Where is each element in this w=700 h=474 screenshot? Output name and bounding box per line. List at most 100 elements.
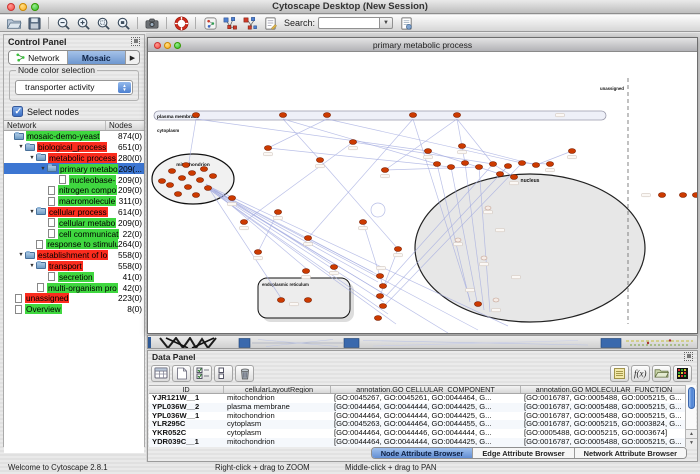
node-color-dropdown[interactable]: transporter activity ▲▼: [15, 80, 133, 95]
network-edge[interactable]: [206, 184, 334, 266]
network-node[interactable]: [188, 171, 195, 176]
scrollbar-thumb[interactable]: [688, 387, 695, 409]
network-node-unhighlighted[interactable]: [493, 298, 499, 302]
network-node[interactable]: [546, 162, 553, 167]
tree-column-network[interactable]: Network: [4, 121, 106, 130]
tab-node-attribute-browser[interactable]: Node Attribute Browser: [372, 448, 474, 458]
disclosure-triangle-icon[interactable]: ▼: [17, 144, 25, 150]
network-node[interactable]: [349, 140, 356, 145]
network-node[interactable]: [174, 192, 181, 197]
tab-overflow-arrow[interactable]: ▶: [126, 51, 139, 64]
network-node[interactable]: [184, 185, 191, 190]
import-attributes-icon[interactable]: [652, 365, 671, 382]
network-node-unhighlighted[interactable]: [485, 206, 491, 210]
tree-row-metabolic-process[interactable]: ▼metabolic process280(0): [4, 153, 144, 164]
select-attributes-icon[interactable]: [193, 365, 212, 382]
network-node[interactable]: [381, 168, 388, 173]
column-header-id[interactable]: ID: [149, 386, 224, 393]
snapshot-icon[interactable]: [143, 16, 161, 31]
network-node[interactable]: [374, 316, 381, 321]
network-node[interactable]: [277, 298, 284, 303]
zoom-fit-icon[interactable]: [114, 16, 132, 31]
save-icon[interactable]: [25, 16, 43, 31]
network-edge[interactable]: [320, 160, 398, 249]
network-node[interactable]: [264, 146, 271, 151]
network-overlay-2-icon[interactable]: [241, 16, 259, 31]
network-node[interactable]: [158, 179, 165, 184]
attribute-table-icon[interactable]: [151, 365, 170, 382]
table-row-ypl036w__2[interactable]: YPL036W__2plasma membrane[GO:0044464, GO…: [149, 403, 687, 412]
network-edge[interactable]: [353, 142, 493, 164]
network-node[interactable]: [304, 236, 311, 241]
network-node[interactable]: [433, 162, 440, 167]
background-window-strip[interactable]: [147, 335, 698, 349]
tree-row-macromolecule[interactable]: macromolecule311(0): [4, 196, 144, 207]
network-node[interactable]: [200, 167, 207, 172]
network-node[interactable]: [379, 284, 386, 289]
network-node[interactable]: [196, 178, 203, 183]
network-node[interactable]: [304, 298, 311, 303]
open-icon[interactable]: [5, 16, 23, 31]
network-node[interactable]: [532, 163, 539, 168]
network-node[interactable]: [379, 304, 386, 309]
annotation-icon[interactable]: [261, 16, 279, 31]
disclosure-triangle-icon[interactable]: ▼: [28, 209, 36, 215]
tree-row-overview[interactable]: Overview8(0): [4, 304, 144, 315]
tree-row-transport[interactable]: ▼transport558(0): [4, 261, 144, 272]
unselect-attributes-icon[interactable]: [214, 365, 233, 382]
network-node[interactable]: [658, 193, 665, 198]
search-input[interactable]: [318, 17, 380, 29]
network-edge[interactable]: [196, 119, 428, 151]
tree-row-cellular-process[interactable]: ▼cellular process614(0): [4, 207, 144, 218]
network-node[interactable]: [323, 113, 330, 118]
tree-row-biological-process[interactable]: ▼biological_process651(0): [4, 142, 144, 153]
network-node[interactable]: [458, 144, 465, 149]
network-node[interactable]: [240, 220, 247, 225]
search-options-icon[interactable]: [397, 16, 415, 31]
network-node[interactable]: [475, 165, 482, 170]
select-nodes-checkbox[interactable]: [12, 106, 23, 117]
tree-row-nitrogen-compo[interactable]: nitrogen compo209(0): [4, 185, 144, 196]
scroll-up-icon[interactable]: ▲: [686, 429, 697, 438]
network-node[interactable]: [274, 210, 281, 215]
network-node[interactable]: [461, 161, 468, 166]
network-window-titlebar[interactable]: primary metabolic process: [148, 38, 697, 52]
network-node[interactable]: [409, 113, 416, 118]
disclosure-triangle-icon[interactable]: ▼: [28, 263, 36, 269]
network-node[interactable]: [204, 186, 211, 191]
disclosure-triangle-icon[interactable]: ▼: [28, 155, 36, 161]
column-header-cellular-component[interactable]: annotation.GO CELLULAR_COMPONENT: [331, 386, 521, 393]
tab-mosaic[interactable]: Mosaic: [68, 51, 127, 64]
help-icon[interactable]: [172, 16, 190, 31]
tree-row-establishment-of-lo[interactable]: ▼establishment of lo558(0): [4, 250, 144, 261]
tree-row-cell-communicat[interactable]: cell communicat22(0): [4, 228, 144, 239]
network-node[interactable]: [376, 274, 383, 279]
new-attribute-icon[interactable]: [172, 365, 191, 382]
table-row-yjr121w__1[interactable]: YJR121W__1mitochondrion[GO:0045267, GO:0…: [149, 394, 687, 403]
network-edge[interactable]: [244, 142, 353, 222]
network-node[interactable]: [168, 169, 175, 174]
network-node[interactable]: [166, 183, 173, 188]
network-node[interactable]: [359, 220, 366, 225]
network-node[interactable]: [489, 162, 496, 167]
network-node[interactable]: [692, 193, 697, 198]
network-node-unhighlighted[interactable]: [481, 256, 487, 260]
float-panel-icon[interactable]: [684, 352, 693, 361]
float-panel-icon[interactable]: [131, 37, 140, 46]
network-edge[interactable]: [385, 167, 479, 170]
column-header-region[interactable]: _cellularLayoutRegion: [224, 386, 331, 393]
table-row-ypl036w__1[interactable]: YPL036W__1mitochondrion[GO:0044464, GO:0…: [149, 412, 687, 421]
tab-network[interactable]: Network: [9, 51, 68, 64]
table-row-ydr039c__1[interactable]: YDR039C__1mitochondrion[GO:0044464, GO:0…: [149, 438, 687, 447]
tree-row-nucleobase-[interactable]: nucleobase-209(0): [4, 174, 144, 185]
scroll-down-icon[interactable]: ▼: [686, 438, 697, 447]
network-edge[interactable]: [536, 151, 572, 165]
network-node[interactable]: [192, 193, 199, 198]
network-node[interactable]: [453, 113, 460, 118]
network-node[interactable]: [279, 113, 286, 118]
disclosure-triangle-icon[interactable]: ▼: [17, 252, 25, 258]
zoom-out-icon[interactable]: [54, 16, 72, 31]
network-node[interactable]: [376, 294, 383, 299]
tab-network-attribute-browser[interactable]: Network Attribute Browser: [575, 448, 686, 458]
tree-row-primary-metabo[interactable]: ▼primary metabo209(...: [4, 163, 144, 174]
